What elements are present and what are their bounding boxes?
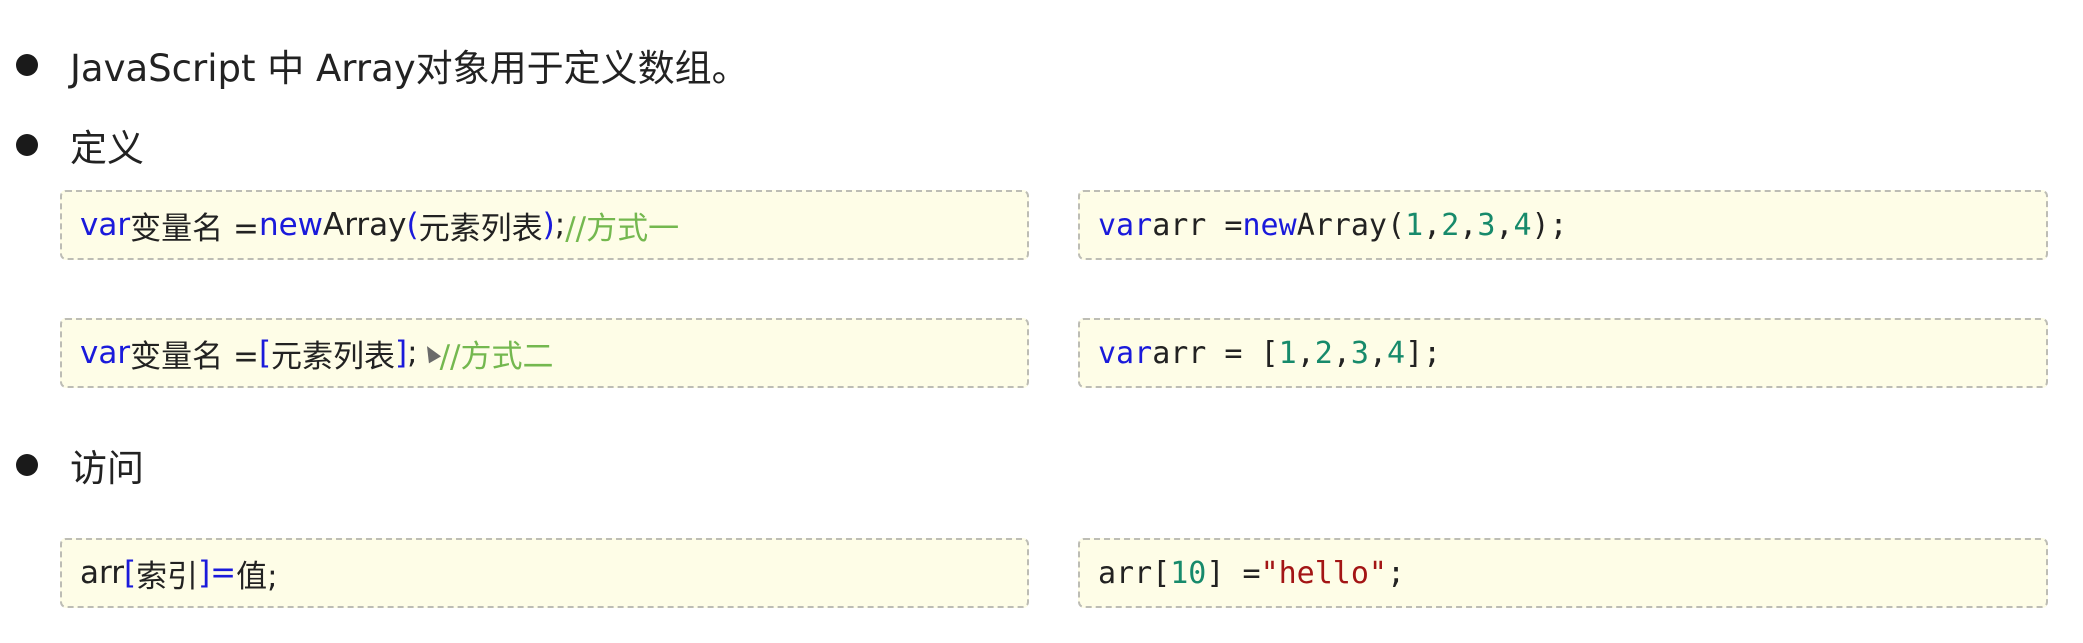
- code-number: 4: [1387, 335, 1406, 371]
- code-keyword-new: new: [258, 207, 324, 243]
- code-assign: arr = [: [1152, 335, 1279, 371]
- code-def1-syntax: var 变量名 = new Array(元素列表); //方式一: [60, 190, 1029, 260]
- code-variable-name: 变量名 =: [130, 210, 259, 247]
- code-comment: //方式二: [439, 338, 554, 375]
- code-constructor: Array: [323, 207, 407, 243]
- bullet-access: 访问: [16, 438, 144, 492]
- code-number: 4: [1513, 207, 1532, 243]
- code-array-access: arr[: [1098, 555, 1171, 591]
- code-comma: ,: [1332, 335, 1351, 371]
- code-assign: =: [210, 555, 237, 591]
- code-comma: ,: [1495, 207, 1514, 243]
- code-keyword-var: var: [1098, 335, 1153, 371]
- code-keyword-var: var: [1098, 207, 1153, 243]
- bullet-dot-icon: [16, 134, 38, 156]
- bullet-intro: JavaScript 中 Array对象用于定义数组。: [16, 38, 749, 92]
- code-comma: ,: [1368, 335, 1387, 371]
- code-keyword-var: var: [80, 335, 131, 371]
- code-comma: ,: [1423, 207, 1442, 243]
- mouse-cursor-icon: [420, 342, 441, 364]
- code-comma: ,: [1296, 335, 1315, 371]
- code-number: 3: [1477, 207, 1496, 243]
- code-variable-name: 变量名 =: [130, 338, 259, 375]
- bullet-dot-icon: [16, 54, 38, 76]
- code-number: 2: [1441, 207, 1460, 243]
- code-comment: //方式一: [565, 210, 680, 247]
- code-elements: 元素列表: [418, 210, 543, 247]
- code-def1-example: var arr = new Array(1, 2, 3, 4);: [1078, 190, 2048, 260]
- define-heading: 定义: [70, 127, 144, 170]
- code-semicolon: ;: [407, 335, 418, 371]
- bullet-dot-icon: [16, 454, 38, 476]
- code-array-name: arr: [80, 555, 124, 591]
- code-bracket-close: ]: [198, 555, 211, 591]
- code-index: 索引: [136, 558, 199, 595]
- code-string: "hello": [1260, 555, 1387, 591]
- code-paren-close: ): [542, 207, 555, 243]
- code-number: 1: [1405, 207, 1424, 243]
- code-access-example: arr[10] = "hello";: [1078, 538, 2048, 608]
- code-constructor: Array(: [1296, 207, 1406, 243]
- intro-text: JavaScript 中 Array对象用于定义数组。: [70, 47, 749, 90]
- code-number: 2: [1314, 335, 1333, 371]
- code-keyword-new: new: [1242, 207, 1297, 243]
- code-bracket-open: [: [258, 335, 272, 371]
- code-elements: 元素列表: [271, 338, 396, 375]
- bullet-define: 定义: [16, 118, 144, 172]
- code-bracket-close: ]: [395, 335, 408, 371]
- code-number: 3: [1350, 335, 1369, 371]
- access-heading: 访问: [70, 447, 144, 490]
- code-assign: ] =: [1206, 555, 1261, 591]
- code-number: 10: [1170, 555, 1207, 591]
- code-assign: arr =: [1152, 207, 1243, 243]
- code-value: 值;: [236, 558, 278, 595]
- code-semicolon: ;: [554, 207, 566, 243]
- code-comma: ,: [1459, 207, 1478, 243]
- code-def2-example: var arr = [1, 2, 3, 4];: [1078, 318, 2048, 388]
- code-access-syntax: arr[ 索引 ] = 值;: [60, 538, 1029, 608]
- code-number: 1: [1278, 335, 1297, 371]
- code-end: ];: [1405, 335, 1442, 371]
- code-end: ;: [1387, 555, 1406, 591]
- code-def2-syntax: var 变量名 = [ 元素列表 ]; //方式二: [60, 318, 1029, 388]
- code-end: );: [1531, 207, 1568, 243]
- code-paren-open: (: [406, 207, 419, 243]
- code-keyword-var: var: [80, 207, 131, 243]
- code-bracket-open: [: [123, 555, 137, 591]
